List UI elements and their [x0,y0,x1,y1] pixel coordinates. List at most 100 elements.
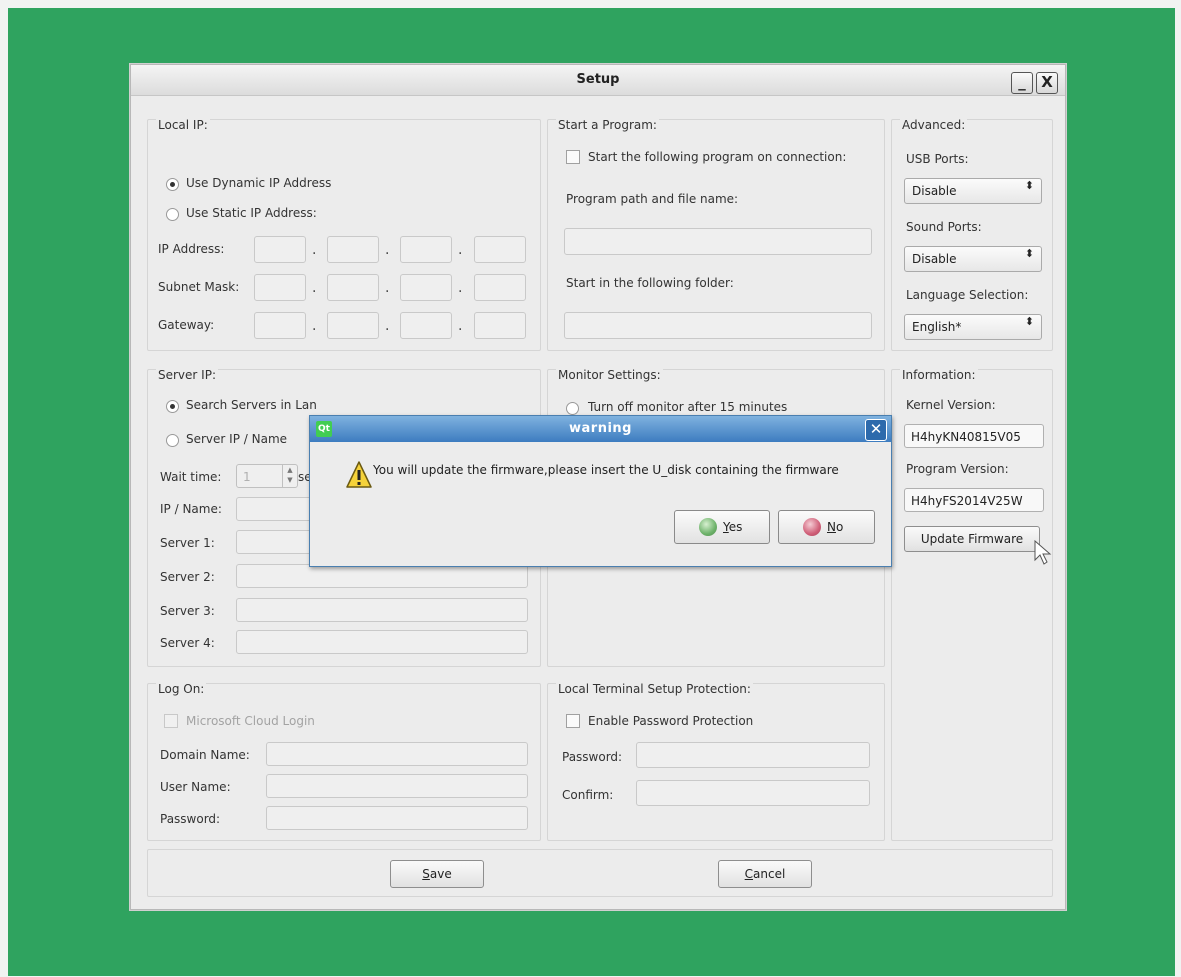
minimize-button[interactable]: _ [1011,72,1033,94]
user-name-input[interactable] [266,774,528,798]
cloud-login-label: Microsoft Cloud Login [186,714,315,728]
subnet-octet-3[interactable] [400,274,452,301]
start-folder-input[interactable] [564,312,872,339]
spin-arrows-icon[interactable]: ▲ ▼ [282,465,297,487]
warning-dialog: Qt warning ✕ You will update the firmwar… [309,415,892,567]
enable-password-label: Enable Password Protection [588,714,754,728]
server-ip-title: Server IP: [156,368,218,382]
local-ip-title: Local IP: [156,118,210,132]
protection-password-input[interactable] [636,742,870,768]
log-on-group: Log On: Microsoft Cloud Login Domain Nam… [147,682,541,841]
subnet-dot: . [312,280,317,296]
turn-off-monitor-radio[interactable] [566,402,579,415]
server-ip-name-radio[interactable] [166,434,179,447]
subnet-octet-2[interactable] [327,274,379,301]
local-ip-group: Local IP: Use Dynamic IP Address Use Sta… [147,118,541,351]
server-2-label: Server 2: [160,570,215,584]
dialog-close-button[interactable]: ✕ [865,419,887,441]
yes-orb-icon [699,518,717,536]
start-folder-label: Start in the following folder: [566,276,734,290]
start-program-checkbox[interactable] [566,150,580,164]
no-button[interactable]: No [778,510,875,544]
information-title: Information: [900,368,978,382]
close-button[interactable]: X [1036,72,1058,94]
ip-dot: . [458,242,463,258]
enable-password-checkbox[interactable] [566,714,580,728]
dialog-message: You will update the firmware,please inse… [373,463,839,477]
cloud-login-checkbox[interactable] [164,714,178,728]
ip-address-label: IP Address: [158,242,225,256]
ip-octet-2[interactable] [327,236,379,263]
ip-name-label: IP / Name: [160,502,222,516]
domain-name-label: Domain Name: [160,748,250,762]
gateway-octet-2[interactable] [327,312,379,339]
program-version-label: Program Version: [906,462,1009,476]
server-1-label: Server 1: [160,536,215,550]
ip-octet-1[interactable] [254,236,306,263]
gateway-octet-4[interactable] [474,312,526,339]
gateway-dot: . [458,318,463,334]
server-2-input[interactable] [236,564,528,588]
information-group: Information: Kernel Version: H4hyKN40815… [891,368,1053,841]
language-value: English* [912,320,962,334]
start-program-group: Start a Program: Start the following pro… [547,118,885,351]
usb-ports-select[interactable]: Disable ⬍ [904,178,1042,204]
log-on-password-input[interactable] [266,806,528,830]
gateway-dot: . [385,318,390,334]
usb-ports-label: USB Ports: [906,152,969,166]
combo-arrow-icon: ⬍ [1024,315,1034,328]
program-version-value: H4hyFS2014V25W [904,488,1044,512]
wait-time-spinbox[interactable]: 1 ▲ ▼ [236,464,298,488]
no-orb-icon [803,518,821,536]
combo-arrow-icon: ⬍ [1024,247,1034,260]
language-select[interactable]: English* ⬍ [904,314,1042,340]
advanced-group: Advanced: USB Ports: Disable ⬍ Sound Por… [891,118,1053,351]
dialog-title: warning [569,421,632,436]
kernel-version-value: H4hyKN40815V05 [904,424,1044,448]
sound-ports-value: Disable [912,252,957,266]
log-on-password-label: Password: [160,812,221,826]
sound-ports-label: Sound Ports: [906,220,982,234]
photo-frame: Setup _ X Local IP: Use Dynamic IP Addre… [0,0,1181,977]
subnet-octet-4[interactable] [474,274,526,301]
kernel-version-label: Kernel Version: [906,398,996,412]
turn-off-monitor-label: Turn off monitor after 15 minutes [588,400,788,414]
start-program-title: Start a Program: [556,118,659,132]
yes-button[interactable]: Yes [674,510,770,544]
sound-ports-select[interactable]: Disable ⬍ [904,246,1042,272]
subnet-dot: . [385,280,390,296]
static-ip-radio[interactable] [166,208,179,221]
window-titlebar[interactable]: Setup _ X [131,65,1065,96]
warning-icon [346,461,372,488]
ip-dot: . [385,242,390,258]
static-ip-label: Use Static IP Address: [186,206,317,220]
start-program-checkbox-label: Start the following program on connectio… [588,150,847,164]
program-path-input[interactable] [564,228,872,255]
ip-octet-4[interactable] [474,236,526,263]
monitor-settings-title: Monitor Settings: [556,368,663,382]
search-servers-radio[interactable] [166,400,179,413]
server-4-label: Server 4: [160,636,215,650]
cancel-button[interactable]: Cancel [718,860,812,888]
domain-name-input[interactable] [266,742,528,766]
subnet-dot: . [458,280,463,296]
gateway-dot: . [312,318,317,334]
ip-octet-3[interactable] [400,236,452,263]
setup-protection-group: Local Terminal Setup Protection: Enable … [547,682,885,841]
combo-arrow-icon: ⬍ [1024,179,1034,192]
gateway-octet-1[interactable] [254,312,306,339]
dialog-titlebar[interactable]: Qt warning ✕ [310,416,891,442]
server-3-input[interactable] [236,598,528,622]
search-servers-label: Search Servers in Lan [186,398,317,412]
update-firmware-button[interactable]: Update Firmware [904,526,1040,552]
gateway-octet-3[interactable] [400,312,452,339]
ip-dot: . [312,242,317,258]
mouse-cursor-icon [1034,540,1052,565]
usb-ports-value: Disable [912,184,957,198]
dynamic-ip-radio[interactable] [166,178,179,191]
save-button[interactable]: Save [390,860,484,888]
confirm-input[interactable] [636,780,870,806]
server-4-input[interactable] [236,630,528,654]
user-name-label: User Name: [160,780,231,794]
subnet-octet-1[interactable] [254,274,306,301]
